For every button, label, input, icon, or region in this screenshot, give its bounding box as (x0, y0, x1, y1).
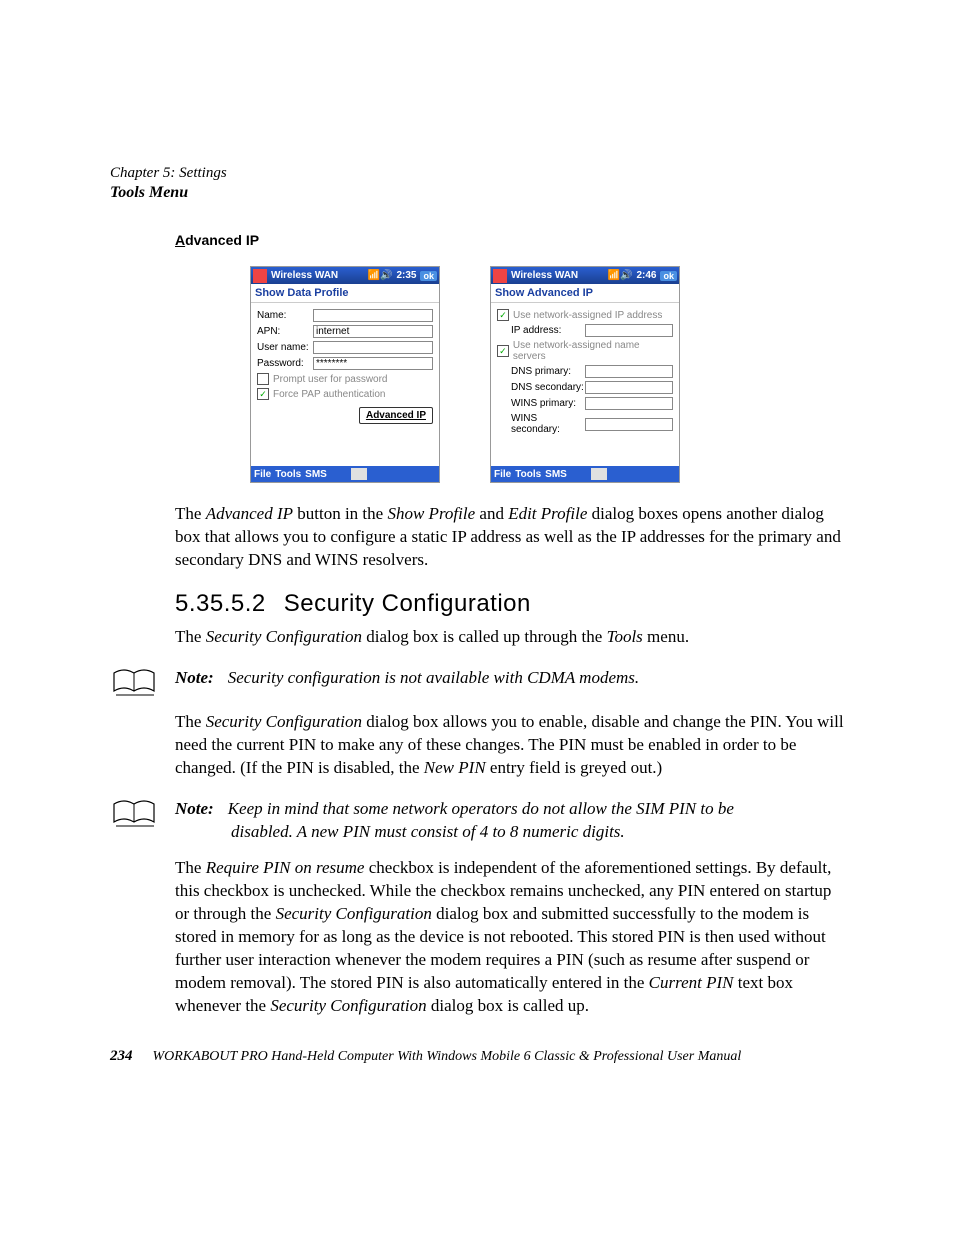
use-ns-checkbox[interactable]: ✓ (497, 345, 509, 357)
ip-address-field[interactable] (585, 324, 673, 337)
note-cdma: Note: Security configuration is not avail… (110, 667, 844, 697)
menu-sms[interactable]: SMS (545, 469, 567, 480)
menu-sms[interactable]: SMS (305, 469, 327, 480)
bottom-bar: File Tools SMS (491, 466, 679, 482)
clock: 2:46 (636, 270, 656, 281)
chapter-label: Chapter 5: Settings (110, 165, 844, 182)
name-field[interactable] (313, 309, 433, 322)
titlebar-title: Wireless WAN (511, 270, 608, 281)
dns-primary-field[interactable] (585, 365, 673, 378)
note-text-line2: disabled. A new PIN must consist of 4 to… (231, 821, 734, 844)
use-ip-checkbox[interactable]: ✓ (497, 309, 509, 321)
apn-field[interactable]: internet (313, 325, 433, 338)
ok-button[interactable]: ok (660, 271, 677, 281)
footer-text: WORKABOUT PRO Hand-Held Computer With Wi… (153, 1049, 742, 1065)
signal-icon: 📶 (368, 270, 380, 281)
keyboard-icon[interactable] (351, 468, 367, 480)
section-label: Tools Menu (110, 184, 844, 202)
menu-file[interactable]: File (254, 469, 271, 480)
dns-secondary-field[interactable] (585, 381, 673, 394)
page-footer: 234 WORKABOUT PRO Hand-Held Computer Wit… (110, 1048, 844, 1065)
password-label: Password: (257, 358, 313, 369)
username-field[interactable] (313, 341, 433, 354)
app-icon (493, 269, 507, 283)
note-book-icon (110, 798, 160, 844)
keyboard-icon[interactable] (591, 468, 607, 480)
speaker-icon: 🔊 (620, 270, 632, 281)
dns-secondary-label: DNS secondary: (511, 382, 585, 393)
screenshot-show-advanced-ip: Wireless WAN 📶 🔊 2:46 ok Show Advanced I… (490, 266, 680, 483)
paragraph-sec-intro: The Security Configuration dialog box is… (175, 626, 844, 649)
ok-button[interactable]: ok (420, 271, 437, 281)
wins-secondary-label: WINS secondary: (511, 413, 585, 435)
wins-secondary-field[interactable] (585, 418, 673, 431)
titlebar: Wireless WAN 📶 🔊 2:35 ok (251, 267, 439, 284)
password-field[interactable]: ******** (313, 357, 433, 370)
titlebar: Wireless WAN 📶 🔊 2:46 ok (491, 267, 679, 284)
bottom-bar: File Tools SMS (251, 466, 439, 482)
apn-label: APN: (257, 326, 313, 337)
paragraph-require-pin: The Require PIN on resume checkbox is in… (175, 857, 844, 1018)
use-ns-label: Use network-assigned name servers (513, 340, 673, 362)
prompt-checkbox[interactable] (257, 373, 269, 385)
paragraph-advanced-ip: The Advanced IP button in the Show Profi… (175, 503, 844, 572)
menu-file[interactable]: File (494, 469, 511, 480)
advanced-ip-button[interactable]: Advanced IP (359, 407, 433, 424)
clock: 2:35 (396, 270, 416, 281)
username-label: User name: (257, 342, 313, 353)
name-label: Name: (257, 310, 313, 321)
app-icon (253, 269, 267, 283)
dns-primary-label: DNS primary: (511, 366, 585, 377)
paragraph-sec-body: The Security Configuration dialog box al… (175, 711, 844, 780)
page-number: 234 (110, 1048, 133, 1065)
signal-icon: 📶 (608, 270, 620, 281)
note-label: Note: (175, 668, 214, 687)
note-label: Note: (175, 799, 214, 818)
note-sim-pin: Note: Keep in mind that some network oper… (110, 798, 844, 844)
speaker-icon: 🔊 (380, 270, 392, 281)
force-pap-checkbox[interactable]: ✓ (257, 388, 269, 400)
prompt-label: Prompt user for password (273, 374, 388, 385)
heading-advanced-ip: Advanced IP (175, 232, 844, 248)
titlebar-title: Wireless WAN (271, 270, 368, 281)
note-book-icon (110, 667, 160, 697)
heading-security-configuration: 5.35.5.2Security Configuration (175, 590, 844, 618)
force-pap-label: Force PAP authentication (273, 389, 385, 400)
menu-tools[interactable]: Tools (275, 469, 301, 480)
menu-tools[interactable]: Tools (515, 469, 541, 480)
screenshot-show-data-profile: Wireless WAN 📶 🔊 2:35 ok Show Data Profi… (250, 266, 440, 483)
note-text-line1: Keep in mind that some network operators… (228, 799, 734, 818)
sub-header: Show Data Profile (251, 284, 439, 303)
wins-primary-label: WINS primary: (511, 398, 585, 409)
note-text: Security configuration is not available … (228, 668, 639, 687)
ip-address-label: IP address: (511, 325, 585, 336)
wins-primary-field[interactable] (585, 397, 673, 410)
sub-header: Show Advanced IP (491, 284, 679, 303)
use-ip-label: Use network-assigned IP address (513, 310, 662, 321)
